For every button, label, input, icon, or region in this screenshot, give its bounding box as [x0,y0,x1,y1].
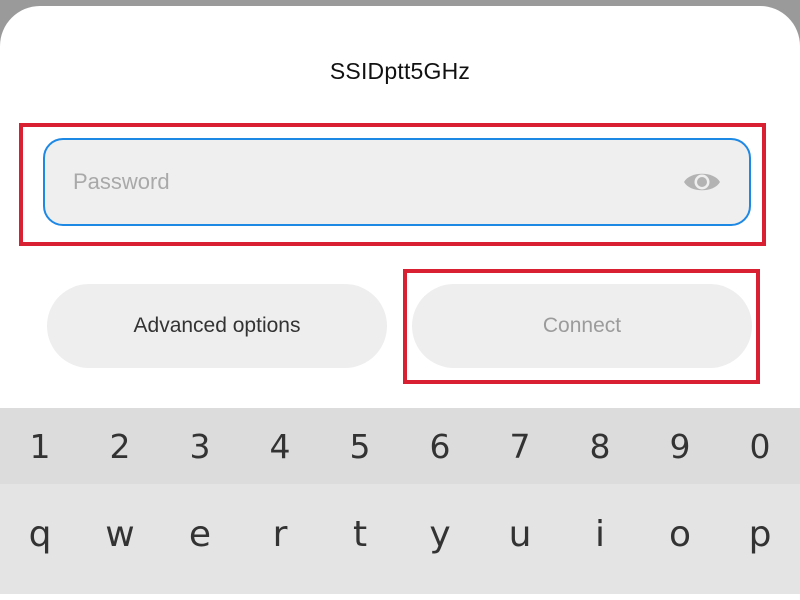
key-e[interactable]: e [160,484,240,594]
key-w[interactable]: w [80,484,160,594]
key-r[interactable]: r [240,484,320,594]
key-u[interactable]: u [480,484,560,594]
key-2[interactable]: 2 [80,408,160,484]
keyboard-number-row: 1 2 3 4 5 6 7 8 9 0 [0,408,800,484]
key-9[interactable]: 9 [640,408,720,484]
key-6[interactable]: 6 [400,408,480,484]
key-t[interactable]: t [320,484,400,594]
password-highlight-box [19,123,766,246]
key-8[interactable]: 8 [560,408,640,484]
key-o[interactable]: o [640,484,720,594]
key-7[interactable]: 7 [480,408,560,484]
key-q[interactable]: q [0,484,80,594]
key-p[interactable]: p [720,484,800,594]
key-0[interactable]: 0 [720,408,800,484]
network-name-title: SSIDptt5GHz [329,58,471,84]
advanced-options-button[interactable]: Advanced options [47,284,387,368]
key-1[interactable]: 1 [0,408,80,484]
key-i[interactable]: i [560,484,640,594]
connect-highlight-box [403,269,760,384]
keyboard-top-letter-row: q w e r t y u i o p [0,484,800,594]
key-5[interactable]: 5 [320,408,400,484]
key-y[interactable]: y [400,484,480,594]
soft-keyboard: 1 2 3 4 5 6 7 8 9 0 q w e r t y u i o p [0,408,800,594]
key-3[interactable]: 3 [160,408,240,484]
key-4[interactable]: 4 [240,408,320,484]
